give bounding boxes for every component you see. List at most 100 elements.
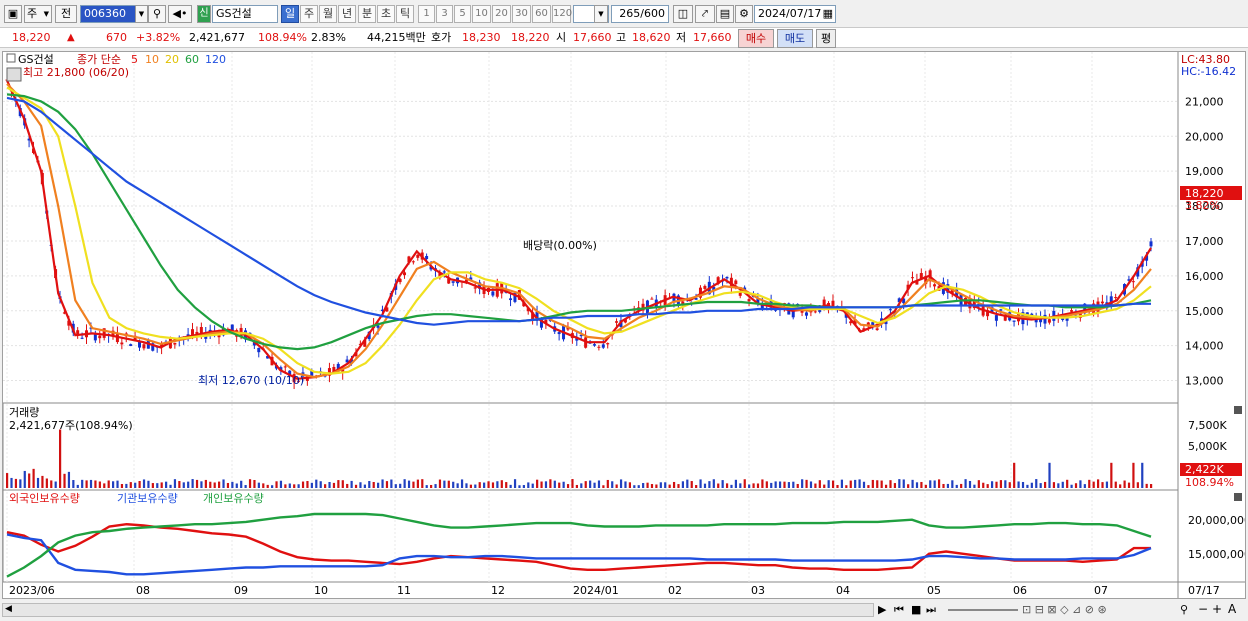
volume-bar: [553, 480, 556, 488]
candle-body: [650, 298, 654, 300]
volume-close-icon[interactable]: [1234, 406, 1242, 414]
volume-bar: [293, 484, 296, 488]
holding-close-icon[interactable]: [1234, 493, 1242, 501]
volume-bar: [430, 484, 433, 488]
zoom-out-icon[interactable]: −: [1198, 602, 1208, 616]
volume-bar: [801, 479, 804, 488]
ask-price: 18,230: [462, 31, 501, 44]
interval-5-button[interactable]: 5: [454, 5, 471, 23]
volume-bar: [725, 483, 729, 488]
calendar-icon[interactable]: ▦: [823, 6, 833, 22]
candle-type-icon[interactable]: ◫: [673, 5, 693, 23]
font-size-icon[interactable]: A: [1228, 602, 1236, 616]
chart-grid-icon[interactable]: [6, 67, 22, 82]
period-day-button[interactable]: 일: [281, 5, 299, 23]
volume-bar: [491, 482, 495, 488]
zoom-slider[interactable]: [948, 609, 1018, 611]
market-scope-button[interactable]: 전: [55, 5, 77, 23]
volume-bar: [59, 429, 62, 488]
volume-bar: [743, 479, 746, 488]
chevron-down-icon: ▼: [43, 10, 49, 18]
volume-bar: [275, 481, 278, 488]
volume-bar: [231, 481, 234, 488]
period-second-button[interactable]: 초: [377, 5, 395, 23]
interval-60-button[interactable]: 60: [532, 5, 551, 23]
period-week-button[interactable]: 주: [300, 5, 318, 23]
zoom-icon[interactable]: ⚲: [1180, 603, 1188, 616]
volume-bar: [814, 483, 817, 488]
rewind-icon[interactable]: ⏮: [894, 603, 904, 617]
period-tick-button[interactable]: 틱: [396, 5, 414, 23]
volume-bar: [589, 480, 592, 488]
zoom-in-icon[interactable]: +: [1212, 602, 1222, 616]
volume-bar: [306, 480, 309, 488]
period-year-button[interactable]: 년: [338, 5, 356, 23]
candle-body: [597, 346, 601, 348]
period-minute-button[interactable]: 분: [358, 5, 376, 23]
date-input[interactable]: 2024/07/17 ▦: [754, 5, 836, 23]
quote-bar: 18,220 ▲ 670 +3.82% 2,421,677 108.94% 2.…: [0, 27, 1248, 48]
volume-bar: [699, 479, 702, 488]
chevron-down-icon[interactable]: ▼: [135, 5, 148, 23]
volume-bar: [536, 479, 539, 488]
chart-svg[interactable]: 21,00020,00019,00018,00017,00016,00015,0…: [2, 52, 1248, 598]
volume-bar: [717, 483, 720, 488]
volume-bar: [288, 483, 291, 488]
interval-120-button[interactable]: 120: [552, 5, 572, 23]
market-type-select[interactable]: 주 ▼: [24, 5, 52, 23]
volume-bar: [1017, 481, 1020, 488]
save-icon[interactable]: ▤: [716, 5, 734, 23]
volume-bar: [1127, 482, 1131, 488]
volume-bar: [337, 480, 340, 488]
chart-area[interactable]: 21,000 20,000 19,000 18,000 17,000 16,000 15,0…: [2, 51, 1248, 599]
stock-name-field[interactable]: GS건설: [212, 5, 278, 23]
interval-10-button[interactable]: 10: [472, 5, 491, 23]
data-count-field[interactable]: 265/600: [611, 5, 669, 23]
time-tick-label: 11: [397, 584, 411, 597]
volume-bar: [1013, 462, 1016, 488]
volume-bar: [823, 484, 826, 488]
volume-bar: [1110, 462, 1113, 488]
volume-bar: [818, 480, 821, 488]
high-price: 18,620: [632, 31, 671, 44]
interval-1-button[interactable]: 1: [418, 5, 435, 23]
candle-body: [804, 312, 808, 316]
volume-bar: [443, 480, 446, 488]
drawing-tools-icon[interactable]: ⊡ ⊟ ⊠ ◇ ⊿ ⊘ ⊛: [1022, 603, 1107, 616]
search-icon[interactable]: ⚲: [148, 5, 166, 23]
interval-3-button[interactable]: 3: [436, 5, 453, 23]
sell-button[interactable]: 매도: [777, 29, 813, 48]
volume-bar: [999, 480, 1003, 488]
candle-body: [403, 272, 407, 276]
scroll-left-icon[interactable]: ◀: [5, 604, 12, 614]
volume-bar: [399, 483, 402, 488]
volume-bar: [54, 481, 57, 488]
volume-bar: [593, 482, 596, 488]
volume-bar: [659, 482, 662, 488]
horizontal-scrollbar[interactable]: ◀: [2, 603, 874, 617]
period-month-button[interactable]: 월: [319, 5, 337, 23]
gear-icon[interactable]: ⚙: [735, 5, 753, 23]
evaluation-button[interactable]: 평: [816, 29, 836, 48]
interval-20-button[interactable]: 20: [492, 5, 511, 23]
stock-code-input[interactable]: 006360: [80, 5, 136, 23]
chevron-down-icon[interactable]: ▼: [594, 5, 608, 23]
volume-bar: [372, 481, 375, 488]
volume-bar: [465, 483, 468, 488]
buy-button[interactable]: 매수: [738, 29, 774, 48]
volume-bar: [730, 484, 733, 488]
volume-bar: [968, 480, 972, 488]
crosshair-icon[interactable]: ⤤: [695, 5, 715, 23]
volume-bar: [708, 481, 711, 488]
volume-bar: [646, 482, 649, 488]
volume-bar: [341, 480, 344, 488]
play-icon[interactable]: ▶: [878, 603, 886, 616]
window-layout-icon[interactable]: ▣: [4, 5, 22, 23]
stop-icon[interactable]: ■: [911, 603, 921, 616]
volume-bar: [633, 485, 636, 488]
volume-bar: [1074, 483, 1078, 488]
interval-30-button[interactable]: 30: [512, 5, 531, 23]
forward-icon[interactable]: ⏭: [926, 603, 936, 617]
candle-body: [129, 344, 133, 346]
speaker-icon[interactable]: ◀•: [168, 5, 192, 23]
